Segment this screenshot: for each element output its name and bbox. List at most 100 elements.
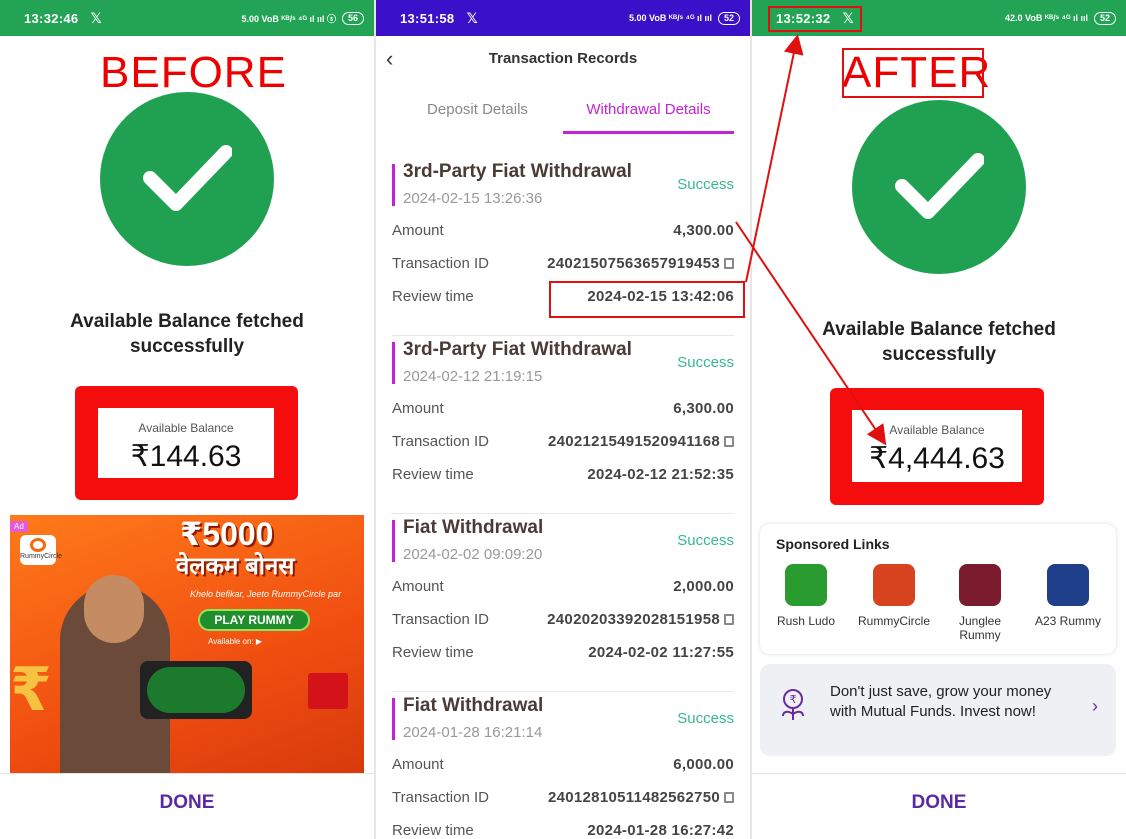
- review-row: Review time 2024-02-12 21:52:35: [392, 466, 734, 483]
- done-button[interactable]: DONE: [752, 773, 1126, 839]
- review-value: 2024-02-02 11:27:55: [588, 644, 734, 661]
- ad-card-table: [147, 667, 245, 713]
- junglee-rummy-icon: [959, 564, 1001, 606]
- svg-text:₹: ₹: [790, 694, 797, 706]
- tab-withdrawal-details[interactable]: Withdrawal Details: [563, 100, 734, 134]
- ad-tag: Ad: [10, 521, 28, 532]
- rummy-ad-banner[interactable]: Ad RummyCircle ₹5000 वेलकम बोनस Khelo be…: [10, 515, 364, 773]
- x-icon: 𝕏: [90, 9, 102, 26]
- record-type: 3rd-Party Fiat Withdrawal: [403, 161, 632, 182]
- tabs: Deposit Details Withdrawal Details: [392, 100, 734, 134]
- balance-value: ₹4,444.63: [869, 442, 1005, 475]
- after-screenshot: 13:52:32 𝕏 42.0 VoB ᴷᴮ/ˢ ⁴ᴳ ıl ııl 52 AF…: [752, 0, 1126, 839]
- signal-icons: 5.00 VoB ᴷᴮ/ˢ ⁴ᴳ ıl ııl ⓢ 56: [241, 11, 364, 25]
- record-date: 2024-02-02 09:09:20: [403, 546, 543, 563]
- record-status: Success: [677, 176, 734, 193]
- ad-bonus-hindi: वेलकम बोनस: [176, 553, 295, 580]
- sponsored-title: Sponsored Links: [776, 536, 890, 552]
- a23-rummy-icon: [1047, 564, 1089, 606]
- success-check-icon: [852, 100, 1026, 274]
- signal-icons: 5.00 VoB ᴷᴮ/ˢ ⁴ᴳ ıl ııl 52: [629, 11, 740, 25]
- balance-label: Available Balance: [138, 421, 234, 435]
- app-junglee-rummy[interactable]: Junglee Rummy: [940, 564, 1020, 642]
- status-time: 13:51:58: [400, 10, 455, 26]
- fetch-success-text: Available Balance fetched successfully: [822, 319, 1056, 365]
- txid-row: Transaction ID 24021507563657919453: [392, 255, 734, 272]
- amount-value: 6,300.00: [673, 400, 734, 417]
- transaction-record[interactable]: Fiat Withdrawal 2024-01-28 16:21:14 Succ…: [392, 694, 734, 839]
- amount-row: Amount 4,300.00: [392, 222, 734, 239]
- review-value: 2024-01-28 16:27:42: [587, 822, 734, 839]
- chevron-right-icon[interactable]: ›: [1092, 696, 1098, 717]
- txid-value: 24021507563657919453: [547, 255, 720, 272]
- time-highlight: [768, 6, 862, 32]
- signal-icons: 42.0 VoB ᴷᴮ/ˢ ⁴ᴳ ıl ııl 52: [1005, 11, 1116, 25]
- app-a23-rummy[interactable]: A23 Rummy: [1028, 564, 1108, 628]
- status-bar: 13:32:46 𝕏 5.00 VoB ᴷᴮ/ˢ ⁴ᴳ ıl ııl ⓢ 56: [0, 0, 374, 36]
- status-icons-text: 5.00 VoB ᴷᴮ/ˢ ⁴ᴳ ıl ııl: [629, 13, 712, 23]
- amount-value: 2,000.00: [673, 578, 734, 595]
- txid-row: Transaction ID 24021215491520941168: [392, 433, 734, 450]
- txid-row: Transaction ID 24012810511482562750: [392, 789, 734, 806]
- rush-ludo-icon: [785, 564, 827, 606]
- amount-value: 6,000.00: [673, 756, 734, 773]
- before-screenshot: 13:32:46 𝕏 5.00 VoB ᴷᴮ/ˢ ⁴ᴳ ıl ııl ⓢ 56 …: [0, 0, 374, 839]
- review-value: 2024-02-12 21:52:35: [587, 466, 734, 483]
- ad-available-on: Available on: ▶: [208, 637, 263, 646]
- mutual-funds-text: Don't just save, grow your money with Mu…: [830, 683, 1052, 720]
- battery-icon: 56: [341, 11, 364, 25]
- app-rummycircle[interactable]: RummyCircle: [854, 564, 934, 628]
- txid-value: 24021215491520941168: [547, 433, 720, 450]
- record-type: Fiat Withdrawal: [403, 517, 544, 538]
- success-check-icon: [100, 92, 274, 266]
- transaction-record[interactable]: Fiat Withdrawal 2024-02-02 09:09:20 Succ…: [392, 516, 734, 692]
- amount-row: Amount 2,000.00: [392, 578, 734, 595]
- review-row: Review time 2024-01-28 16:27:42: [392, 822, 734, 839]
- record-status: Success: [677, 354, 734, 371]
- copy-icon[interactable]: [724, 792, 734, 803]
- battery-icon: 52: [717, 11, 740, 25]
- ad-brand: RummyCircle: [20, 553, 62, 560]
- txid-value: 24020203392028151958: [547, 611, 720, 628]
- copy-icon[interactable]: [724, 258, 734, 269]
- status-time: 13:32:46: [24, 10, 79, 26]
- record-type: 3rd-Party Fiat Withdrawal: [403, 339, 632, 360]
- battery-icon: 52: [1093, 11, 1116, 25]
- ad-person-head: [84, 575, 144, 643]
- done-button[interactable]: DONE: [0, 773, 374, 839]
- ad-tagline: Khelo befikar, Jeeto RummyCircle par: [190, 589, 342, 599]
- balance-card: Available Balance ₹4,444.63: [852, 410, 1022, 482]
- rupee-plant-icon: ₹: [782, 689, 804, 720]
- balance-card: Available Balance ₹144.63: [98, 408, 274, 478]
- before-label: BEFORE: [100, 48, 287, 97]
- rupee-graphic: ₹: [10, 656, 52, 723]
- record-status: Success: [677, 710, 734, 727]
- copy-icon[interactable]: [724, 436, 734, 447]
- status-icons-text: 42.0 VoB ᴷᴮ/ˢ ⁴ᴳ ıl ııl: [1005, 13, 1088, 23]
- record-date: 2024-01-28 16:21:14: [403, 724, 543, 741]
- review-time-highlight: [549, 281, 745, 318]
- mutual-funds-banner[interactable]: ₹ Don't just save, grow your money with …: [760, 664, 1116, 756]
- tab-deposit-details[interactable]: Deposit Details: [392, 100, 563, 134]
- ad-bonus: ₹5000: [180, 516, 274, 552]
- status-icons-text: 5.00 VoB ᴷᴮ/ˢ ⁴ᴳ ıl ııl ⓢ: [241, 13, 336, 24]
- amount-value: 4,300.00: [673, 222, 734, 239]
- status-bar: 13:51:58 𝕏 5.00 VoB ᴷᴮ/ˢ ⁴ᴳ ıl ııl 52: [376, 0, 750, 36]
- transaction-record[interactable]: 3rd-Party Fiat Withdrawal 2024-02-12 21:…: [392, 338, 734, 514]
- app-rush-ludo[interactable]: Rush Ludo: [766, 564, 846, 628]
- play-rummy-button[interactable]: PLAY RUMMY: [198, 609, 310, 631]
- fetch-success-text: Available Balance fetched successfully: [70, 311, 304, 357]
- page-title: Transaction Records: [488, 50, 638, 67]
- x-icon: 𝕏: [466, 9, 478, 26]
- amount-row: Amount 6,000.00: [392, 756, 734, 773]
- record-status: Success: [677, 532, 734, 549]
- record-type: Fiat Withdrawal: [403, 695, 544, 716]
- gift-icon: [308, 673, 348, 709]
- balance-label: Available Balance: [889, 423, 985, 437]
- amount-row: Amount 6,300.00: [392, 400, 734, 417]
- balance-value: ₹144.63: [130, 440, 242, 473]
- copy-icon[interactable]: [724, 614, 734, 625]
- after-label-box: [842, 48, 984, 98]
- sponsored-links-card: Sponsored Links Rush Ludo RummyCircle Ju…: [760, 524, 1116, 654]
- rummycircle-logo: RummyCircle: [20, 535, 62, 565]
